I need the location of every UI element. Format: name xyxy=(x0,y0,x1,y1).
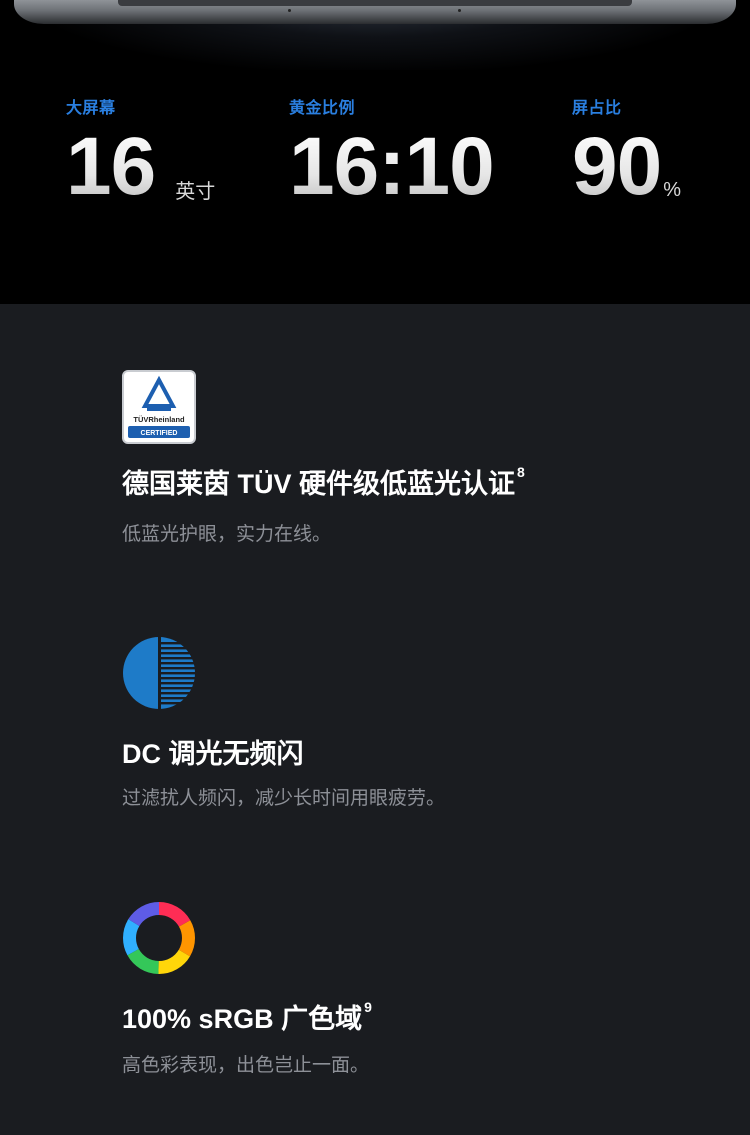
feature-title: DC 调光无频闪 xyxy=(122,739,304,769)
feature-title: 100% sRGB 广色域 9 xyxy=(122,999,372,1034)
svg-text:TÜVRheinland: TÜVRheinland xyxy=(133,415,185,424)
laptop-foot-dot xyxy=(288,9,291,12)
feature-title: 德国莱茵 TÜV 硬件级低蓝光认证 8 xyxy=(122,464,525,499)
feature-dc-dimming: DC 调光无频闪 过滤扰人频闪，减少长时间用眼疲劳。 xyxy=(122,636,682,810)
eye-care-features: TÜVRheinland CERTIFIED 德国莱茵 TÜV 硬件级低蓝光认证… xyxy=(0,304,750,1135)
laptop-foot-dot xyxy=(458,9,461,12)
stat-label: 黄金比例 xyxy=(289,100,356,117)
color-gamut-ring-icon xyxy=(123,902,195,974)
feature-srgb-gamut: 100% sRGB 广色域 9 高色彩表现，出色岂止一面。 xyxy=(122,901,682,1077)
stat-label: 大屏幕 xyxy=(66,100,116,117)
laptop-hinge xyxy=(118,0,632,6)
feature-tuv-low-blue-light: TÜVRheinland CERTIFIED 德国莱茵 TÜV 硬件级低蓝光认证… xyxy=(122,370,682,546)
stat-value: 90 xyxy=(572,121,662,212)
feature-description: 高色彩表现，出色岂止一面。 xyxy=(122,1055,370,1076)
feature-description: 过滤扰人频闪，减少长时间用眼疲劳。 xyxy=(122,788,446,809)
svg-text:CERTIFIED: CERTIFIED xyxy=(141,430,178,437)
stat-aspect-ratio: 黄金比例 16:10 xyxy=(289,94,495,212)
stat-screen-ratio: 屏占比 90 % xyxy=(572,94,681,208)
tuv-rheinland-certified-icon: TÜVRheinland CERTIFIED xyxy=(122,370,196,444)
feature-description: 低蓝光护眼，实力在线。 xyxy=(122,524,332,545)
stat-value: 16:10 xyxy=(289,121,495,212)
stat-unit: 英寸 xyxy=(175,181,216,203)
stat-unit: % xyxy=(663,179,682,201)
footnote-marker: 8 xyxy=(517,464,525,480)
stat-label: 屏占比 xyxy=(572,100,622,117)
stat-screen-size: 大屏幕 16 英寸 xyxy=(66,94,215,208)
dc-dimming-icon xyxy=(123,637,196,709)
footnote-marker: 9 xyxy=(364,999,372,1015)
stat-value: 16 xyxy=(66,121,156,212)
screen-spec-hero: 大屏幕 16 英寸 黄金比例 16:10 屏占比 90 % xyxy=(0,0,750,304)
